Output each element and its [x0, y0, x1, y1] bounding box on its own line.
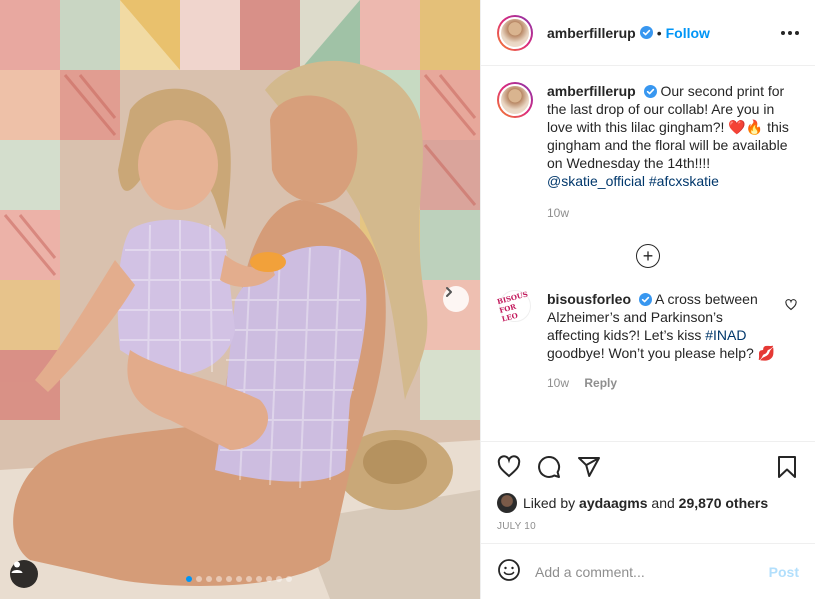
carousel-dot — [236, 576, 242, 582]
share-icon — [578, 456, 600, 477]
caption-username[interactable]: amberfillerup — [547, 83, 636, 99]
emoji-button[interactable] — [497, 558, 521, 585]
like-button[interactable] — [497, 454, 521, 479]
post-details-panel: amberfillerup • Follow amberfillerup Our… — [480, 0, 815, 599]
author-avatar[interactable] — [497, 14, 533, 51]
carousel-dot — [286, 576, 292, 582]
user-tag-icon — [11, 561, 23, 573]
verified-icon — [639, 26, 653, 39]
save-button[interactable] — [775, 455, 799, 479]
commenter-username[interactable]: bisousforleo — [547, 291, 631, 307]
carousel-dot — [256, 576, 262, 582]
carousel-dot — [226, 576, 232, 582]
verified-icon — [638, 293, 652, 306]
liker-avatar[interactable] — [497, 493, 517, 513]
likes-prefix: Liked by — [523, 495, 576, 511]
comment-timestamp[interactable]: 10w — [547, 376, 569, 390]
verified-icon — [643, 85, 657, 98]
commenter-avatar[interactable]: BISOUS FOR LEO — [496, 289, 531, 323]
photo-illustration — [0, 0, 480, 599]
next-slide-button[interactable] — [443, 286, 469, 312]
post-comment-button[interactable]: Post — [769, 564, 799, 580]
caption-avatar[interactable] — [497, 82, 533, 118]
post-caption: amberfillerup Our second print for the l… — [497, 82, 799, 222]
add-comment-bar: Post — [481, 543, 815, 599]
like-comment-button[interactable] — [785, 298, 797, 314]
tagged-users-button[interactable] — [10, 560, 38, 588]
carousel-dot — [186, 576, 192, 582]
carousel-indicator — [186, 576, 292, 582]
next-arrow-icon — [446, 287, 452, 297]
heart-icon — [785, 299, 797, 311]
post-date[interactable]: JULY 10 — [481, 515, 815, 543]
more-icon — [781, 30, 785, 35]
load-more-comments: + — [497, 244, 799, 268]
likes-count-link[interactable]: 29,870 others — [679, 495, 769, 511]
separator-dot: • — [656, 24, 662, 41]
post-photo[interactable] — [0, 0, 480, 599]
likes-and: and — [651, 495, 675, 511]
post-header: amberfillerup • Follow — [481, 0, 815, 66]
emoji-icon — [498, 559, 520, 581]
carousel-dot — [246, 576, 252, 582]
action-bar — [481, 441, 815, 491]
comment-hashtag-link[interactable]: #INAD — [705, 327, 746, 343]
share-button[interactable] — [577, 455, 601, 479]
comment-item: BISOUS FOR LEO bisousforleo A cross betw… — [496, 289, 799, 392]
author-username[interactable]: amberfillerup — [547, 25, 636, 41]
heart-icon — [497, 454, 521, 477]
comment-meta: 10w Reply — [547, 374, 777, 392]
comment-text-end: goodbye! Won’t you please help? 💋 — [547, 345, 776, 361]
follow-button[interactable]: Follow — [666, 25, 710, 41]
comments-section: amberfillerup Our second print for the l… — [481, 66, 815, 441]
comment-input[interactable] — [535, 563, 769, 580]
liker-username[interactable]: aydaagms — [579, 495, 647, 511]
carousel-dot — [266, 576, 272, 582]
plus-circle-icon[interactable]: + — [636, 244, 660, 268]
bookmark-icon — [778, 455, 796, 478]
carousel-dot — [206, 576, 212, 582]
reply-button[interactable]: Reply — [584, 376, 617, 390]
carousel-dot — [196, 576, 202, 582]
carousel-dot — [216, 576, 222, 582]
likes-summary: Liked by aydaagms and 29,870 others — [481, 491, 815, 515]
carousel-dot — [276, 576, 282, 582]
comment-icon — [538, 455, 561, 478]
caption-timestamp[interactable]: 10w — [547, 204, 799, 222]
more-options-button[interactable] — [781, 25, 799, 41]
caption-hashtag-link[interactable]: #afcxskatie — [649, 173, 719, 189]
comment-button[interactable] — [537, 455, 561, 479]
caption-mention-link[interactable]: @skatie_official — [547, 173, 645, 189]
